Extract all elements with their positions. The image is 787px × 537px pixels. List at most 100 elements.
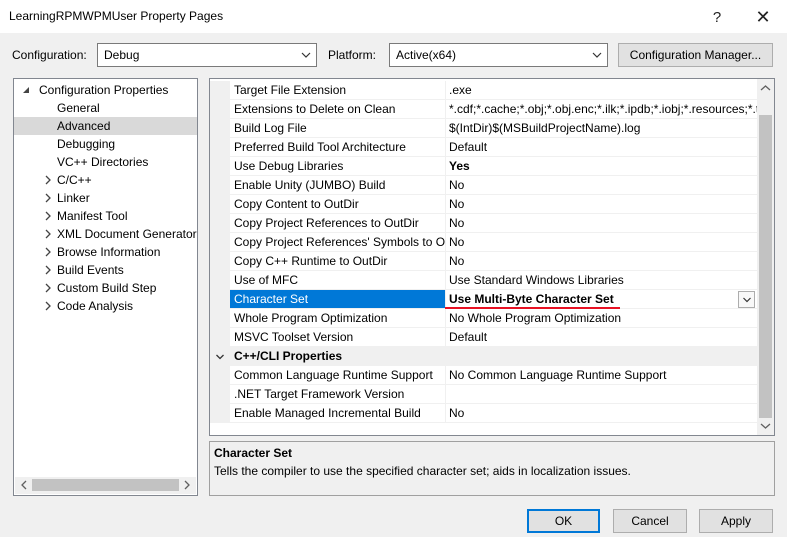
collapse-toggle[interactable]: [210, 347, 230, 366]
property-row[interactable]: Enable Managed Incremental Build No: [210, 404, 758, 423]
property-value[interactable]: No Whole Program Optimization: [445, 309, 758, 328]
property-name: Preferred Build Tool Architecture: [230, 138, 445, 157]
collapsed-arrow-icon[interactable]: [43, 175, 53, 185]
property-row[interactable]: Common Language Runtime Support No Common…: [210, 366, 758, 385]
scroll-left-icon[interactable]: [19, 480, 29, 490]
tree-item-custom-build-step[interactable]: Custom Build Step: [14, 279, 197, 297]
property-row[interactable]: Copy Project References' Symbols to OutD…: [210, 233, 758, 252]
tree-item-label: General: [57, 101, 100, 115]
row-gutter: [210, 252, 230, 271]
property-row[interactable]: Enable Unity (JUMBO) Build No: [210, 176, 758, 195]
scroll-up-icon[interactable]: [760, 83, 771, 94]
property-row[interactable]: Target File Extension .exe: [210, 81, 758, 100]
tree-item-configuration-properties[interactable]: Configuration Properties: [14, 81, 197, 99]
property-row[interactable]: Use of MFC Use Standard Windows Libraries: [210, 271, 758, 290]
value-dropdown-button[interactable]: [738, 291, 755, 308]
tree-item-label: Advanced: [57, 119, 111, 133]
property-row[interactable]: Copy Project References to OutDir No: [210, 214, 758, 233]
tree-item-label: VC++ Directories: [57, 155, 149, 169]
property-row[interactable]: Build Log File $(IntDir)$(MSBuildProjectN…: [210, 119, 758, 138]
row-gutter: [210, 366, 230, 385]
apply-button[interactable]: Apply: [699, 509, 773, 533]
row-gutter: [210, 233, 230, 252]
property-row[interactable]: Preferred Build Tool Architecture Default: [210, 138, 758, 157]
configuration-dropdown[interactable]: Debug: [97, 43, 317, 67]
horizontal-scrollbar[interactable]: [15, 477, 196, 494]
tree-item-label: Linker: [57, 191, 90, 205]
property-row[interactable]: MSVC Toolset Version Default: [210, 328, 758, 347]
property-row[interactable]: Use Debug Libraries Yes: [210, 157, 758, 176]
property-name: Copy Project References to OutDir: [230, 214, 445, 233]
tree-item-code-analysis[interactable]: Code Analysis: [14, 297, 197, 315]
property-value[interactable]: No: [445, 404, 758, 423]
chevron-down-icon: [592, 52, 602, 58]
collapsed-arrow-icon[interactable]: [43, 211, 53, 221]
scrollbar-thumb[interactable]: [759, 115, 772, 418]
property-value[interactable]: Default: [445, 138, 758, 157]
collapsed-arrow-icon[interactable]: [43, 301, 53, 311]
property-value[interactable]: No: [445, 176, 758, 195]
property-value[interactable]: *.cdf;*.cache;*.obj;*.obj.enc;*.ilk;*.ip…: [445, 100, 758, 119]
collapsed-arrow-icon[interactable]: [43, 247, 53, 257]
tree-item-manifest-tool[interactable]: Manifest Tool: [14, 207, 197, 225]
property-name: Use of MFC: [230, 271, 445, 290]
configuration-value: Debug: [104, 48, 140, 62]
scroll-down-icon[interactable]: [760, 420, 771, 431]
property-name: Common Language Runtime Support: [230, 366, 445, 385]
configuration-manager-button[interactable]: Configuration Manager...: [618, 43, 773, 67]
property-name: MSVC Toolset Version: [230, 328, 445, 347]
property-name: Enable Managed Incremental Build: [230, 404, 445, 423]
row-gutter: [210, 195, 230, 214]
property-value[interactable]: [445, 385, 758, 404]
close-button[interactable]: ✕: [749, 4, 777, 30]
property-name: Character Set: [230, 290, 445, 309]
collapsed-arrow-icon[interactable]: [43, 193, 53, 203]
property-value[interactable]: Yes: [445, 157, 758, 176]
tree-item-build-events[interactable]: Build Events: [14, 261, 197, 279]
scrollbar-thumb[interactable]: [32, 479, 179, 491]
tree-item-vc-directories[interactable]: VC++ Directories: [14, 153, 197, 171]
row-gutter: [210, 328, 230, 347]
row-gutter: [210, 119, 230, 138]
tree-item-c-c-[interactable]: C/C++: [14, 171, 197, 189]
help-button[interactable]: ?: [703, 4, 731, 30]
property-grid[interactable]: Target File Extension .exe Extensions to D…: [209, 78, 775, 436]
collapsed-arrow-icon[interactable]: [43, 229, 53, 239]
tree-item-debugging[interactable]: Debugging: [14, 135, 197, 153]
row-gutter: [210, 214, 230, 233]
tree-item-general[interactable]: General: [14, 99, 197, 117]
property-value[interactable]: .exe: [445, 81, 758, 100]
property-value[interactable]: Default: [445, 328, 758, 347]
category-title: C++/CLI Properties: [230, 347, 758, 366]
row-gutter: [210, 176, 230, 195]
property-row[interactable]: Whole Program Optimization No Whole Progr…: [210, 309, 758, 328]
tree-item-browse-information[interactable]: Browse Information: [14, 243, 197, 261]
property-row[interactable]: .NET Target Framework Version: [210, 385, 758, 404]
tree-item-xml-document-generator[interactable]: XML Document Generator: [14, 225, 197, 243]
property-value[interactable]: No Common Language Runtime Support: [445, 366, 758, 385]
property-value[interactable]: No: [445, 233, 758, 252]
collapsed-arrow-icon[interactable]: [43, 265, 53, 275]
property-value[interactable]: $(IntDir)$(MSBuildProjectName).log: [445, 119, 758, 138]
chevron-down-icon: [301, 52, 311, 58]
ok-button[interactable]: OK: [527, 509, 600, 533]
collapsed-arrow-icon[interactable]: [43, 283, 53, 293]
category-tree[interactable]: Configuration Properties General Advanced…: [13, 78, 198, 496]
property-row[interactable]: Copy Content to OutDir No: [210, 195, 758, 214]
property-value[interactable]: No: [445, 252, 758, 271]
platform-dropdown[interactable]: Active(x64): [389, 43, 608, 67]
property-name: Enable Unity (JUMBO) Build: [230, 176, 445, 195]
tree-item-linker[interactable]: Linker: [14, 189, 197, 207]
cancel-button[interactable]: Cancel: [613, 509, 687, 533]
property-value[interactable]: No: [445, 214, 758, 233]
scroll-right-icon[interactable]: [182, 480, 192, 490]
tree-item-label: XML Document Generator: [57, 227, 197, 241]
vertical-scrollbar[interactable]: [757, 79, 774, 435]
property-row[interactable]: Copy C++ Runtime to OutDir No: [210, 252, 758, 271]
tree-item-advanced[interactable]: Advanced: [14, 117, 197, 135]
tree-item-label: Debugging: [57, 137, 116, 151]
category-header[interactable]: C++/CLI Properties: [210, 347, 758, 366]
property-value[interactable]: No: [445, 195, 758, 214]
property-value[interactable]: Use Standard Windows Libraries: [445, 271, 758, 290]
property-row[interactable]: Extensions to Delete on Clean *.cdf;*.cac…: [210, 100, 758, 119]
